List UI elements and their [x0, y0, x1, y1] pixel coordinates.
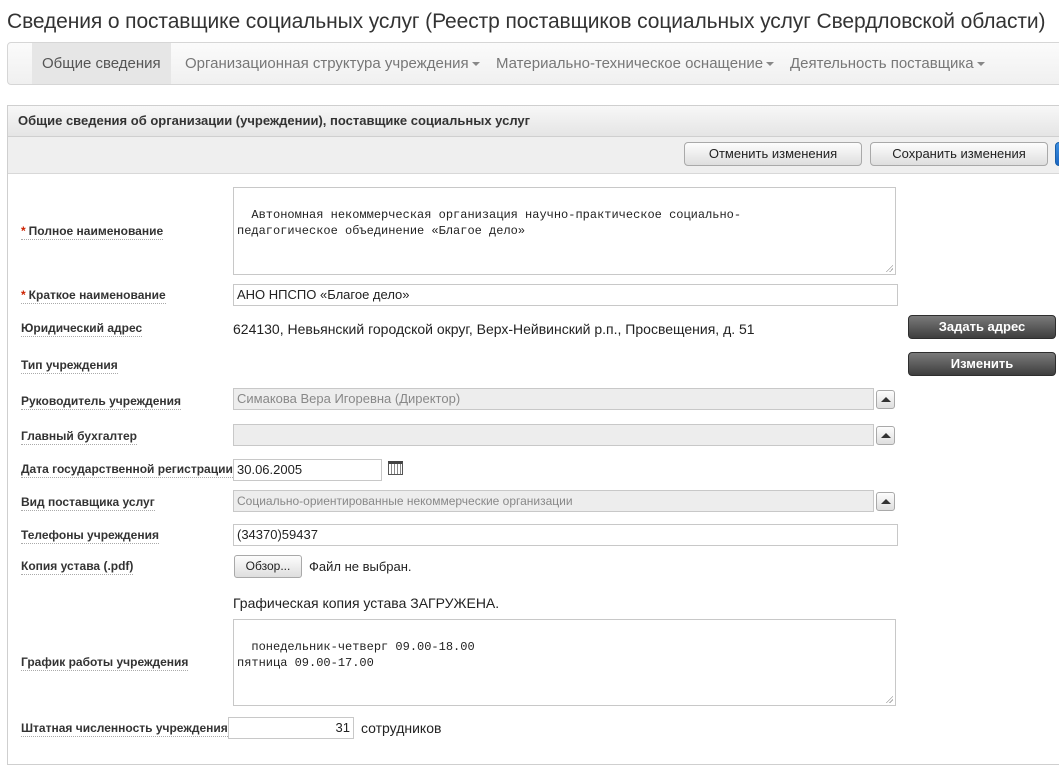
page-title: Сведения о поставщике социальных услуг (…	[7, 10, 1046, 33]
chief-accountant-label: Главный бухгалтер	[21, 429, 138, 445]
tab-label: Деятельность поставщика	[790, 55, 974, 72]
charter-copy-label: Копия устава (.pdf)	[21, 559, 134, 575]
legal-address-label: Юридический адрес	[21, 321, 143, 337]
panel-toolbar: Отменить изменения Сохранить изменения	[8, 137, 1059, 174]
resize-grip-icon[interactable]	[885, 695, 893, 703]
full-name-value: Автономная некоммерческая организация на…	[237, 208, 742, 238]
tab-label: Общие сведения	[42, 55, 161, 72]
caret-down-icon	[766, 62, 775, 67]
reg-date-label: Дата государственной регистрации	[21, 462, 233, 478]
panel-header: Общие сведения об организации (учреждени…	[8, 106, 1059, 137]
provider-kind-label: Вид поставщика услуг	[21, 495, 155, 511]
schedule-label: График работы учреждения	[21, 655, 189, 671]
calendar-icon[interactable]	[388, 461, 403, 475]
staff-count-label: Штатная численность учреждения	[21, 721, 228, 737]
top-navbar: Общие сведения Организационная структура…	[7, 42, 1059, 85]
tab-material-equipment[interactable]: Материально-техническое оснащение	[486, 43, 784, 84]
required-asterisk: *	[21, 224, 26, 238]
set-address-button[interactable]: Задать адрес	[908, 315, 1056, 339]
legal-address-value: 624130, Невьянский городской округ, Верх…	[233, 321, 755, 337]
cancel-changes-button[interactable]: Отменить изменения	[684, 142, 862, 166]
change-org-type-button[interactable]: Изменить	[908, 352, 1056, 376]
resize-grip-icon[interactable]	[885, 264, 893, 272]
expand-up-icon[interactable]	[876, 390, 895, 409]
browse-file-button[interactable]: Обзор...	[234, 555, 302, 578]
tab-label: Организационная структура учреждения	[185, 55, 469, 72]
staff-count-input[interactable]: 31	[228, 717, 354, 739]
head-label: Руководитель учреждения	[21, 394, 182, 410]
file-status-text: Файл не выбран.	[309, 559, 412, 574]
staff-count-unit: сотрудников	[361, 720, 442, 736]
caret-down-icon	[471, 62, 480, 67]
short-name-input[interactable]: АНО НПСПО «Благое дело»	[233, 284, 898, 306]
caret-down-icon	[976, 62, 985, 67]
save-changes-button[interactable]: Сохранить изменения	[870, 142, 1048, 166]
tab-general-info[interactable]: Общие сведения	[32, 43, 171, 84]
full-name-textarea[interactable]: Автономная некоммерческая организация на…	[233, 187, 896, 275]
expand-up-icon[interactable]	[876, 426, 895, 445]
expand-up-icon[interactable]	[876, 492, 895, 511]
tab-org-structure[interactable]: Организационная структура учреждения	[175, 43, 490, 84]
charter-uploaded-note: Графическая копия устава ЗАГРУЖЕНА.	[233, 595, 500, 611]
phones-label: Телефоны учреждения	[21, 528, 159, 544]
full-name-label: * Полное наименование	[21, 224, 164, 240]
required-asterisk: *	[21, 288, 26, 302]
tab-label: Материально-техническое оснащение	[496, 55, 764, 72]
schedule-value: понедельник-четверг 09.00-18.00 пятница …	[237, 640, 475, 670]
phones-input[interactable]: (34370)59437	[233, 524, 898, 546]
provider-kind-input[interactable]: Социально-ориентированные некоммерческие…	[233, 490, 874, 512]
schedule-textarea[interactable]: понедельник-четверг 09.00-18.00 пятница …	[233, 619, 896, 706]
org-type-label: Тип учреждения	[21, 358, 118, 374]
tab-provider-activity[interactable]: Деятельность поставщика	[780, 43, 995, 84]
chief-accountant-input[interactable]	[233, 424, 874, 446]
head-input[interactable]: Симакова Вера Игоревна (Директор)	[233, 388, 874, 410]
primary-action-button[interactable]	[1055, 142, 1059, 166]
short-name-label: * Краткое наименование	[21, 288, 166, 304]
reg-date-input[interactable]: 30.06.2005	[233, 459, 382, 481]
